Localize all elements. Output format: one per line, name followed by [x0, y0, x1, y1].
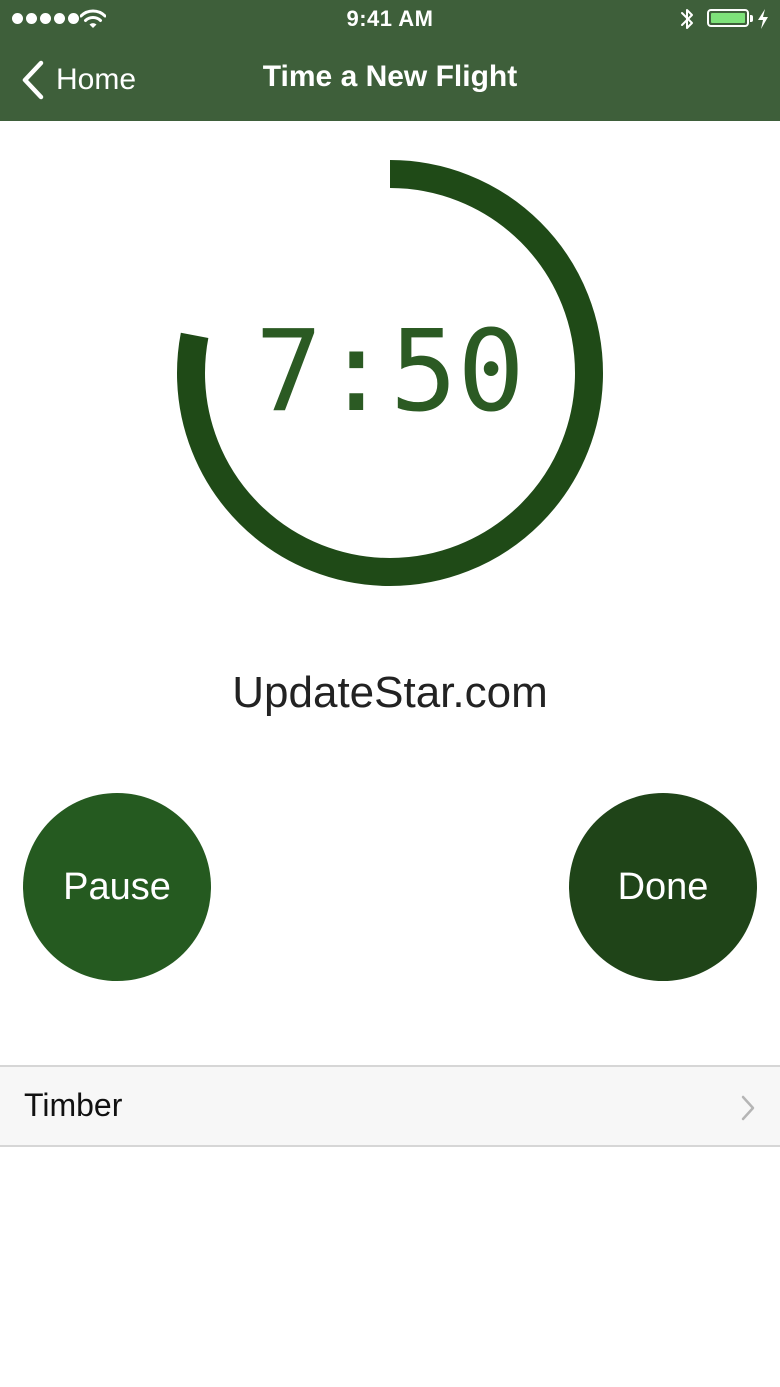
done-button[interactable]: Done: [569, 793, 757, 981]
status-time: 9:41 AM: [346, 6, 434, 31]
charging-bolt-icon: [758, 9, 768, 29]
chevron-right-icon: [741, 1095, 755, 1121]
watermark-text: UpdateStar.com: [232, 668, 548, 717]
status-bar: 9:41 AM: [0, 0, 780, 40]
list-item-label: Timber: [24, 1087, 123, 1123]
page-title: Time a New Flight: [262, 60, 518, 93]
app-screen: 9:41 AM Home Time a New Flight 7:50 Upda…: [0, 0, 780, 1387]
timer-display: 7:50: [255, 307, 525, 437]
battery-icon: [707, 9, 753, 27]
list-item-timber[interactable]: Timber: [0, 1065, 780, 1147]
pause-button[interactable]: Pause: [23, 793, 211, 981]
navigation-header: 9:41 AM Home Time a New Flight: [0, 0, 780, 121]
bluetooth-icon: [681, 9, 693, 29]
